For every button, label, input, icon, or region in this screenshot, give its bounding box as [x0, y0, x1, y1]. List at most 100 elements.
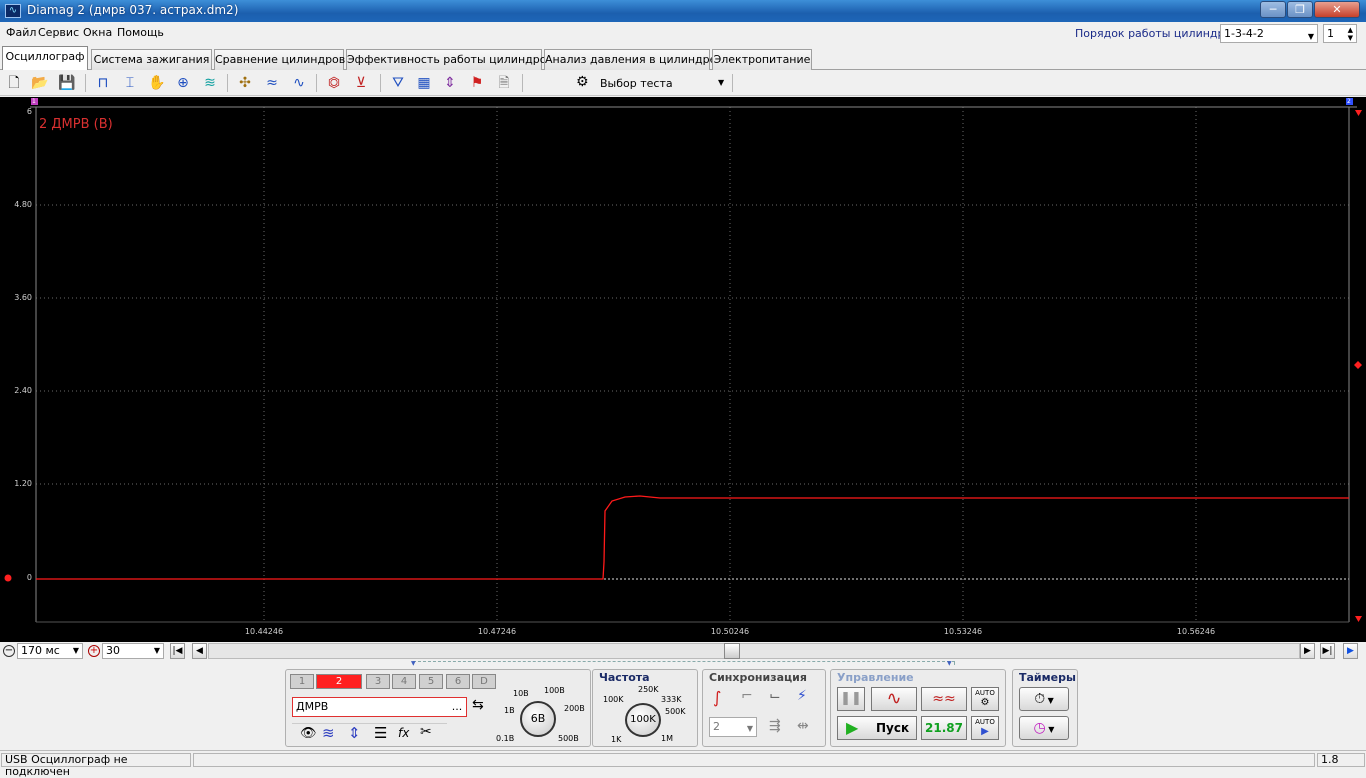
status-spacer — [193, 753, 1315, 767]
sync-center-icon[interactable]: ⇹ — [797, 718, 809, 734]
channel-swap-icon[interactable]: ⇆ — [472, 697, 484, 713]
channel-button-4[interactable]: 4 — [392, 674, 416, 689]
timer-start-button[interactable]: ⏱ ▼ — [1019, 687, 1069, 711]
auto-button-2[interactable]: AUTO ▶ — [971, 716, 999, 740]
chevron-down-icon: ▼ — [153, 646, 160, 655]
tab-pressure-analysis[interactable]: Анализ давления в цилиндре — [544, 49, 716, 70]
notes-icon[interactable]: 🗎 — [494, 73, 514, 93]
eye-icon[interactable]: 👁 — [300, 726, 317, 741]
zoom-select[interactable]: 30 ▼ — [102, 643, 164, 659]
edge-up-icon[interactable]: ⌐ — [741, 688, 753, 704]
auto-sync-icon[interactable]: ⚡ — [797, 688, 807, 704]
sine-icon: ∿ — [886, 688, 902, 709]
frequency-knob[interactable]: 100K — [625, 703, 661, 737]
channel-button-1[interactable]: 1 — [290, 674, 314, 689]
auto-fit-icon[interactable]: ⊓ — [93, 73, 113, 93]
close-button[interactable]: ✕ — [1314, 1, 1360, 18]
tools-icon[interactable]: ✂ — [420, 724, 432, 740]
signal-trace — [36, 495, 1349, 580]
auto-button-1[interactable]: AUTO ⚙ — [971, 687, 999, 711]
start-button[interactable]: ▶ Пуск — [837, 716, 917, 740]
oscilloscope-view[interactable]: 1 2 2 ДМРВ (В) 6 4.80 3.60 2.40 1.20 0 1… — [0, 97, 1366, 642]
range-indicator — [413, 661, 955, 665]
y-tick-label: 0 — [26, 573, 32, 582]
window-title: Diamag 2 (дмрв 037. астрах.dm2) — [27, 3, 239, 17]
overlay-icon[interactable]: ∿ — [289, 73, 309, 93]
rising-edge-icon[interactable]: ∫ — [713, 688, 721, 707]
sync-title: Синхронизация — [709, 671, 807, 684]
cylinder-spinner[interactable]: 1 ▲ ▼ — [1323, 24, 1357, 43]
first-frame-icon[interactable]: |◀ — [170, 643, 185, 659]
spread-icon[interactable]: ✣ — [235, 73, 255, 93]
channel-button-3[interactable]: 3 — [366, 674, 390, 689]
scroll-track[interactable] — [208, 643, 1300, 659]
grid-icon[interactable]: ▦ — [414, 73, 434, 93]
test-select-label: Выбор теста — [600, 77, 673, 90]
flag-icon[interactable]: ⚑ — [467, 73, 487, 93]
toolbar: 🗋 📂 💾 ⊓ ⌶ ✋ ⊕ ≋ ✣ ≈ ∿ ⏣ ⊻ ⛛ ▦ ⇕ ⚑ 🗎 ⚙ Вы… — [0, 70, 1366, 96]
signal-mode-button[interactable]: ∿ — [871, 687, 917, 711]
navigation-row: − 170 мс ▼ + 30 ▼ |◀ ◀ ▶ ▶| ▶ — [0, 642, 1366, 660]
funnel-icon[interactable]: ⛛ — [388, 73, 408, 93]
timebase-select[interactable]: 170 мс ▼ — [17, 643, 83, 659]
zoom-in-icon[interactable]: + — [88, 645, 100, 657]
menu-service[interactable]: Сервис — [38, 26, 79, 39]
toolbar-separator — [85, 74, 86, 92]
tab-power[interactable]: Электропитание — [712, 49, 812, 70]
lines-icon[interactable]: ☰ — [374, 724, 387, 742]
pause-button[interactable]: ❚❚ — [837, 687, 865, 711]
chevron-down-icon: ▼ — [1045, 696, 1054, 705]
filter-icon[interactable]: ≋ — [200, 73, 220, 93]
zoom-out-icon[interactable]: − — [3, 645, 15, 657]
menu-help[interactable]: Помощь — [117, 26, 164, 39]
test-select[interactable]: ⚙ Выбор теста ▼ — [576, 73, 730, 93]
channel-button-d[interactable]: D — [472, 674, 496, 689]
cylinder-order-select[interactable]: 1-3-4-2 ▼ — [1220, 24, 1318, 43]
channel-button-5[interactable]: 5 — [419, 674, 443, 689]
waves-icon[interactable]: ≈ — [262, 73, 282, 93]
noise-mode-button[interactable]: ≈≈ — [921, 687, 967, 711]
cursor-icon[interactable]: ⌶ — [120, 73, 140, 93]
hand-pan-icon[interactable]: ✋ — [147, 73, 167, 93]
channel-label: 2 ДМРВ (В) — [39, 117, 113, 132]
sync-channel-select[interactable]: 2 ▼ — [709, 717, 757, 737]
freq-label: 333K — [661, 695, 682, 704]
sync-level-icon[interactable]: ⇶ — [769, 718, 781, 734]
prev-frame-icon[interactable]: ◀ — [192, 643, 207, 659]
play-frame-icon[interactable]: ▶ — [1343, 643, 1358, 659]
edge-down-icon[interactable]: ⌙ — [769, 688, 781, 704]
channel-button-2[interactable]: 2 — [316, 674, 362, 689]
channel-name-field[interactable]: ДМРВ ... — [292, 697, 467, 717]
maximize-button[interactable]: ❐ — [1287, 1, 1313, 18]
open-folder-icon[interactable]: 📂 — [30, 73, 50, 93]
control-title: Управление — [837, 671, 914, 684]
channel-button-6[interactable]: 6 — [446, 674, 470, 689]
last-frame-icon[interactable]: ▶| — [1320, 643, 1335, 659]
minimize-button[interactable]: ─ — [1260, 1, 1286, 18]
tab-oscilloscope[interactable]: Осциллограф — [2, 46, 88, 71]
ellipsis-button[interactable]: ... — [450, 698, 464, 716]
save-icon[interactable]: 💾 — [57, 73, 77, 93]
auto-scale-icon[interactable]: ⏣ — [324, 73, 344, 93]
split-icon[interactable]: ⇕ — [440, 73, 460, 93]
zoom-icon[interactable]: ⊕ — [173, 73, 193, 93]
zoom-value: 30 — [106, 644, 120, 657]
next-frame-icon[interactable]: ▶ — [1300, 643, 1315, 659]
scroll-thumb[interactable] — [724, 643, 740, 659]
invert-icon[interactable]: ⇕ — [348, 724, 361, 742]
tab-cylinder-compare[interactable]: Сравнение цилиндров — [214, 49, 345, 70]
voltage-knob[interactable]: 6В — [520, 701, 556, 737]
menu-windows[interactable]: Окна — [83, 26, 112, 39]
menu-file[interactable]: Файл — [6, 26, 36, 39]
filter-wave-icon[interactable]: ≋ — [322, 724, 335, 742]
trigger-level-icon[interactable] — [1354, 361, 1362, 369]
tab-cylinder-efficiency[interactable]: Эффективность работы цилиндров — [346, 49, 553, 70]
new-file-icon[interactable]: 🗋 — [4, 73, 24, 93]
function-icon[interactable]: fx — [398, 726, 409, 740]
timer-stop-button[interactable]: ◷ ▼ — [1019, 716, 1069, 740]
x-tick-label: 10.47246 — [477, 627, 517, 636]
zero-level-icon[interactable]: ⊻ — [351, 73, 371, 93]
title-bar: ∿ Diamag 2 (дмрв 037. астрах.dm2) ─ ❐ ✕ — [0, 0, 1366, 22]
tab-ignition[interactable]: Система зажигания — [91, 49, 212, 70]
rate-display: 21.87 — [921, 716, 967, 740]
